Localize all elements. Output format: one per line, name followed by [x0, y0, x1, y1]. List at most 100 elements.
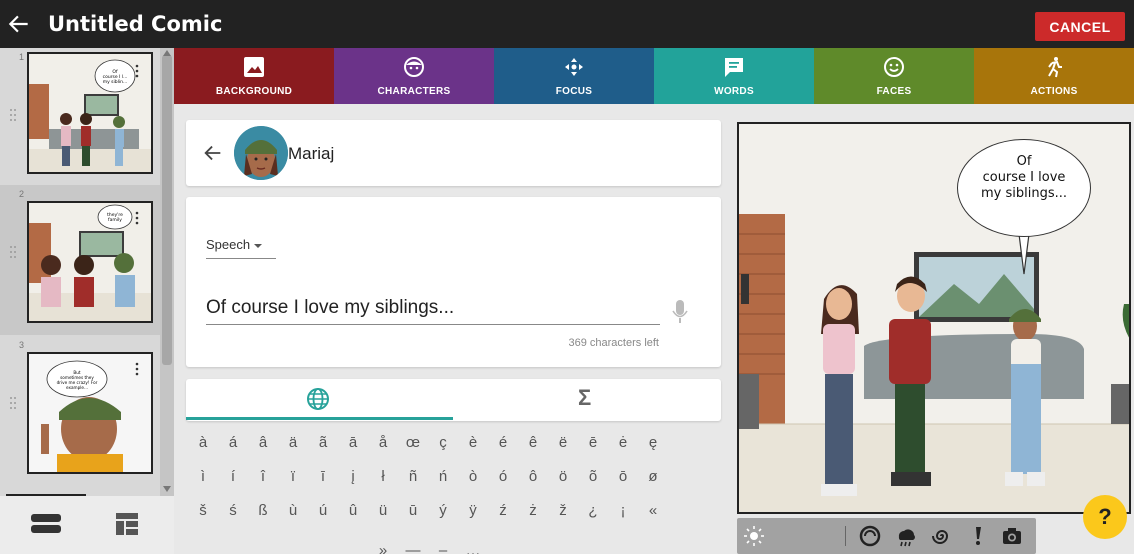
speech-bubble[interactable]: Of course I love my siblings...: [957, 139, 1091, 237]
panel-thumbnail[interactable]: they're family: [27, 201, 153, 323]
tab-words[interactable]: WORDS: [654, 48, 814, 104]
panel-thumbnail[interactable]: Of course I l... my siblin...: [27, 52, 153, 174]
bubble-line: my siblings...: [980, 186, 1067, 201]
character-key[interactable]: ì: [192, 468, 214, 485]
comic-title[interactable]: Untitled Comic: [48, 12, 222, 36]
character-key[interactable]: ç: [432, 434, 454, 451]
character-key[interactable]: á: [222, 434, 244, 451]
scroll-down-icon[interactable]: [163, 486, 171, 492]
character-key[interactable]: ē: [582, 434, 604, 451]
camera-icon[interactable]: [1001, 525, 1023, 547]
character-key[interactable]: ò: [462, 468, 484, 485]
panel-number: 2: [19, 189, 25, 199]
character-key[interactable]: õ: [582, 468, 604, 485]
character-key[interactable]: ż: [522, 502, 544, 519]
character-key[interactable]: ź: [492, 502, 514, 519]
character-key[interactable]: «: [642, 502, 664, 519]
panel-slot-3[interactable]: 3 But sometimes they drive me crazy! For…: [0, 336, 160, 486]
cancel-button[interactable]: CANCEL: [1035, 12, 1125, 41]
character-key[interactable]: ÿ: [462, 502, 484, 519]
character-key[interactable]: į: [342, 468, 364, 485]
character-key[interactable]: ù: [282, 502, 304, 519]
tab-faces[interactable]: FACES: [814, 48, 974, 104]
spiral-icon[interactable]: [931, 525, 953, 547]
character-key[interactable]: –: [432, 542, 454, 554]
character-key[interactable]: ô: [522, 468, 544, 485]
tab-accented-letters[interactable]: [186, 379, 453, 421]
character-key[interactable]: û: [342, 502, 364, 519]
microphone-icon[interactable]: [672, 300, 688, 324]
tab-focus[interactable]: FOCUS: [494, 48, 654, 104]
character-key[interactable]: ë: [552, 434, 574, 451]
tab-label: ACTIONS: [1030, 86, 1078, 97]
character-key[interactable]: ø: [642, 468, 664, 485]
character-key[interactable]: »: [372, 542, 394, 554]
character-key[interactable]: ã: [312, 434, 334, 451]
panel-list: 1 Of course I l... my siblin... 2 they'r…: [0, 48, 174, 496]
grid-view-icon[interactable]: [116, 513, 138, 535]
comic-panel-preview[interactable]: Of course I love my siblings...: [737, 122, 1131, 514]
character-key[interactable]: ž: [552, 502, 574, 519]
character-key[interactable]: ¡: [612, 502, 634, 519]
character-key[interactable]: œ: [402, 434, 424, 451]
panel-thumbnail[interactable]: But sometimes they drive me crazy! For e…: [27, 352, 153, 474]
storm-cloud-icon[interactable]: [895, 525, 917, 547]
character-key[interactable]: —: [402, 542, 424, 554]
chevron-down-icon: [254, 243, 263, 248]
tab-background[interactable]: BACKGROUND: [174, 48, 334, 104]
character-key[interactable]: ö: [552, 468, 574, 485]
character-key[interactable]: ä: [282, 434, 304, 451]
scroll-up-icon[interactable]: [163, 50, 171, 56]
character-key[interactable]: ī: [312, 468, 334, 485]
character-key[interactable]: ś: [222, 502, 244, 519]
character-key[interactable]: à: [192, 434, 214, 451]
list-view-icon[interactable]: [31, 514, 61, 534]
panel-scrollbar-thumb[interactable]: [162, 55, 172, 365]
drag-handle-icon[interactable]: [9, 245, 17, 259]
character-key[interactable]: ū: [402, 502, 424, 519]
character-key[interactable]: ę: [642, 434, 664, 451]
character-key[interactable]: ï: [282, 468, 304, 485]
tab-characters[interactable]: CHARACTERS: [334, 48, 494, 104]
character-key[interactable]: í: [222, 468, 244, 485]
sun-icon[interactable]: [743, 525, 765, 547]
character-key[interactable]: ê: [522, 434, 544, 451]
character-key[interactable]: ý: [432, 502, 454, 519]
speech-text-input[interactable]: Of course I love my siblings...: [206, 297, 660, 325]
moon-icon[interactable]: [815, 525, 837, 547]
panel-slot-2[interactable]: 2 they're family: [0, 185, 160, 335]
character-key[interactable]: ¿: [582, 502, 604, 519]
tab-symbols[interactable]: Σ: [453, 379, 720, 421]
drag-handle-icon[interactable]: [9, 396, 17, 410]
character-key[interactable]: …: [462, 542, 484, 554]
panel-slot-1[interactable]: 1 Of course I l... my siblin...: [0, 48, 160, 198]
character-key[interactable]: ā: [342, 434, 364, 451]
drag-handle-icon[interactable]: [9, 108, 17, 122]
character-key[interactable]: î: [252, 468, 274, 485]
character-key[interactable]: ń: [432, 468, 454, 485]
help-button[interactable]: ?: [1083, 495, 1127, 539]
character-key[interactable]: š: [192, 502, 214, 519]
back-arrow-icon[interactable]: [202, 142, 224, 164]
character-key[interactable]: ó: [492, 468, 514, 485]
character-key[interactable]: ü: [372, 502, 394, 519]
speech-type-dropdown[interactable]: Speech: [206, 237, 276, 259]
character-key[interactable]: é: [492, 434, 514, 451]
character-key[interactable]: ė: [612, 434, 634, 451]
nauseous-icon[interactable]: [859, 525, 881, 547]
character-key[interactable]: è: [462, 434, 484, 451]
character-key[interactable]: ñ: [402, 468, 424, 485]
panel-scene-image: they're family: [29, 203, 151, 321]
tab-label: WORDS: [714, 86, 754, 97]
character-key[interactable]: ß: [252, 502, 274, 519]
exclamation-icon[interactable]: [967, 525, 989, 547]
dusk-icon[interactable]: [781, 525, 803, 547]
character-key[interactable]: ō: [612, 468, 634, 485]
character-key[interactable]: ú: [312, 502, 334, 519]
character-key[interactable]: å: [372, 434, 394, 451]
back-arrow-icon[interactable]: [6, 11, 32, 37]
avatar[interactable]: [234, 126, 288, 180]
character-key[interactable]: ł: [372, 468, 394, 485]
character-key[interactable]: â: [252, 434, 274, 451]
tab-actions[interactable]: ACTIONS: [974, 48, 1134, 104]
